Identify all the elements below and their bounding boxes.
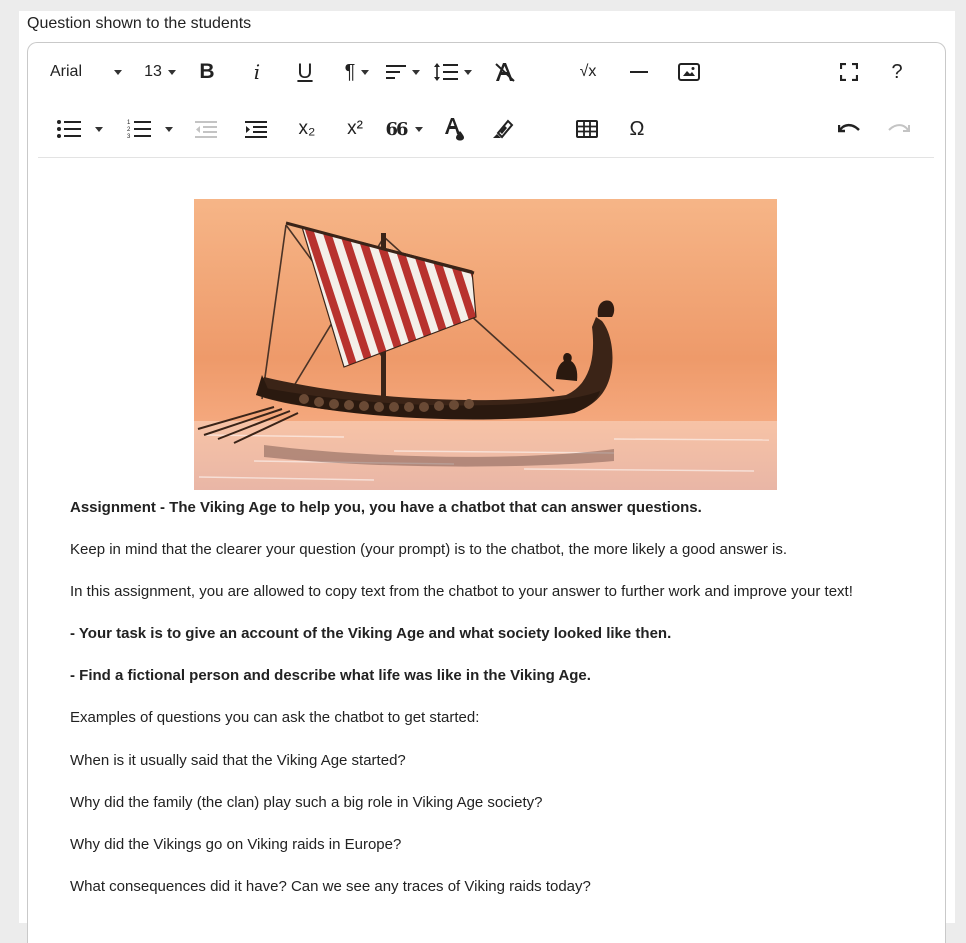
outdent-button[interactable] <box>191 105 221 153</box>
line-height-icon <box>434 63 458 81</box>
font-size-dropdown[interactable]: 13 <box>140 48 180 96</box>
help-button[interactable]: ? <box>884 48 910 96</box>
italic-button[interactable]: i <box>245 48 269 96</box>
caret-down-icon <box>464 69 472 75</box>
subscript-icon: x₂ <box>298 118 316 139</box>
undo-button[interactable] <box>834 105 864 153</box>
clear-formatting-icon <box>495 63 515 82</box>
paragraph-question-4: What consequences did it have? Can we se… <box>70 878 591 895</box>
sqrt-icon: √x <box>579 63 597 80</box>
paragraph-assignment-title: Assignment - The Viking Age to help you,… <box>70 499 702 516</box>
caret-down-icon <box>114 69 123 75</box>
font-family-dropdown[interactable]: Arial <box>50 48 130 96</box>
horizontal-line-button[interactable] <box>624 48 654 96</box>
undo-icon <box>838 123 860 133</box>
caret-down-icon <box>414 126 423 132</box>
caret-down-icon <box>95 126 103 132</box>
insert-image-button[interactable] <box>674 48 704 96</box>
caret-down-icon <box>361 69 370 75</box>
image-icon <box>678 63 700 81</box>
paragraph-prompt-tip: Keep in mind that the clearer your quest… <box>70 541 788 558</box>
align-dropdown[interactable] <box>384 48 422 96</box>
help-icon: ? <box>891 60 903 83</box>
font-family-value: Arial <box>50 63 83 80</box>
highlighter-icon <box>493 119 514 139</box>
indent-icon <box>245 121 267 138</box>
viking-ship-illustration <box>194 199 777 490</box>
paragraph-question-1: When is it usually said that the Viking … <box>70 752 406 769</box>
paragraph-task-1: - Your task is to give an account of the… <box>70 625 672 642</box>
horizontal-line-icon <box>630 71 648 73</box>
caret-down-icon <box>167 69 176 75</box>
toolbar-divider <box>38 157 934 158</box>
numbered-list-icon: 123 <box>127 120 151 139</box>
bulleted-list-dropdown[interactable] <box>52 105 108 153</box>
math-button[interactable]: √x <box>573 48 603 96</box>
special-character-button[interactable]: Ω <box>622 105 652 153</box>
bulleted-list-icon <box>57 120 81 138</box>
svg-text:1: 1 <box>127 120 131 126</box>
caret-down-icon <box>165 126 173 132</box>
paragraph-copy-allowed: In this assignment, you are allowed to c… <box>70 583 853 600</box>
toolbar-row-2: 123 x₂ x² 66 Ω <box>28 105 945 153</box>
blockquote-dropdown[interactable]: 66 <box>383 105 425 153</box>
text-color-icon <box>445 118 464 141</box>
line-height-dropdown[interactable] <box>432 48 474 96</box>
caret-down-icon <box>412 69 420 75</box>
numbered-list-dropdown[interactable]: 123 <box>122 105 178 153</box>
table-icon <box>576 120 598 138</box>
underline-icon: U <box>297 60 313 83</box>
viking-ship-image <box>194 199 777 490</box>
superscript-icon: x² <box>347 118 363 139</box>
text-color-button[interactable] <box>440 105 470 153</box>
page: Question shown to the students Arial 13 … <box>19 11 955 943</box>
underline-button[interactable]: U <box>292 48 318 96</box>
svg-text:3: 3 <box>127 134 131 139</box>
paragraph-format-dropdown[interactable]: ¶ <box>338 48 376 96</box>
quote-icon: 66 <box>385 118 408 140</box>
paragraph-examples-intro: Examples of questions you can ask the ch… <box>70 709 480 726</box>
redo-button[interactable] <box>884 105 914 153</box>
paragraph-question-2: Why did the family (the clan) play such … <box>70 794 543 811</box>
fullscreen-icon <box>840 63 858 81</box>
svg-text:2: 2 <box>127 127 131 133</box>
redo-icon <box>888 124 910 132</box>
insert-table-button[interactable] <box>572 105 602 153</box>
indent-button[interactable] <box>241 105 271 153</box>
field-label: Question shown to the students <box>27 15 252 32</box>
align-left-icon <box>386 65 406 79</box>
outdent-icon <box>195 121 217 138</box>
bold-button[interactable]: B <box>194 48 220 96</box>
paragraph-task-2: - Find a fictional person and describe w… <box>70 667 591 684</box>
highlight-button[interactable] <box>488 105 518 153</box>
clear-formatting-button[interactable] <box>490 48 520 96</box>
bold-icon: B <box>199 60 215 83</box>
subscript-button[interactable]: x₂ <box>292 105 322 153</box>
toolbar-row-1: Arial 13 B i U ¶ √x ? <box>28 48 945 96</box>
italic-icon: i <box>253 60 261 84</box>
paragraph-question-3: Why did the Vikings go on Viking raids i… <box>70 836 402 853</box>
omega-icon: Ω <box>629 117 645 140</box>
superscript-button[interactable]: x² <box>340 105 370 153</box>
font-size-value: 13 <box>144 63 162 80</box>
fullscreen-button[interactable] <box>834 48 864 96</box>
paragraph-icon: ¶ <box>344 60 356 83</box>
